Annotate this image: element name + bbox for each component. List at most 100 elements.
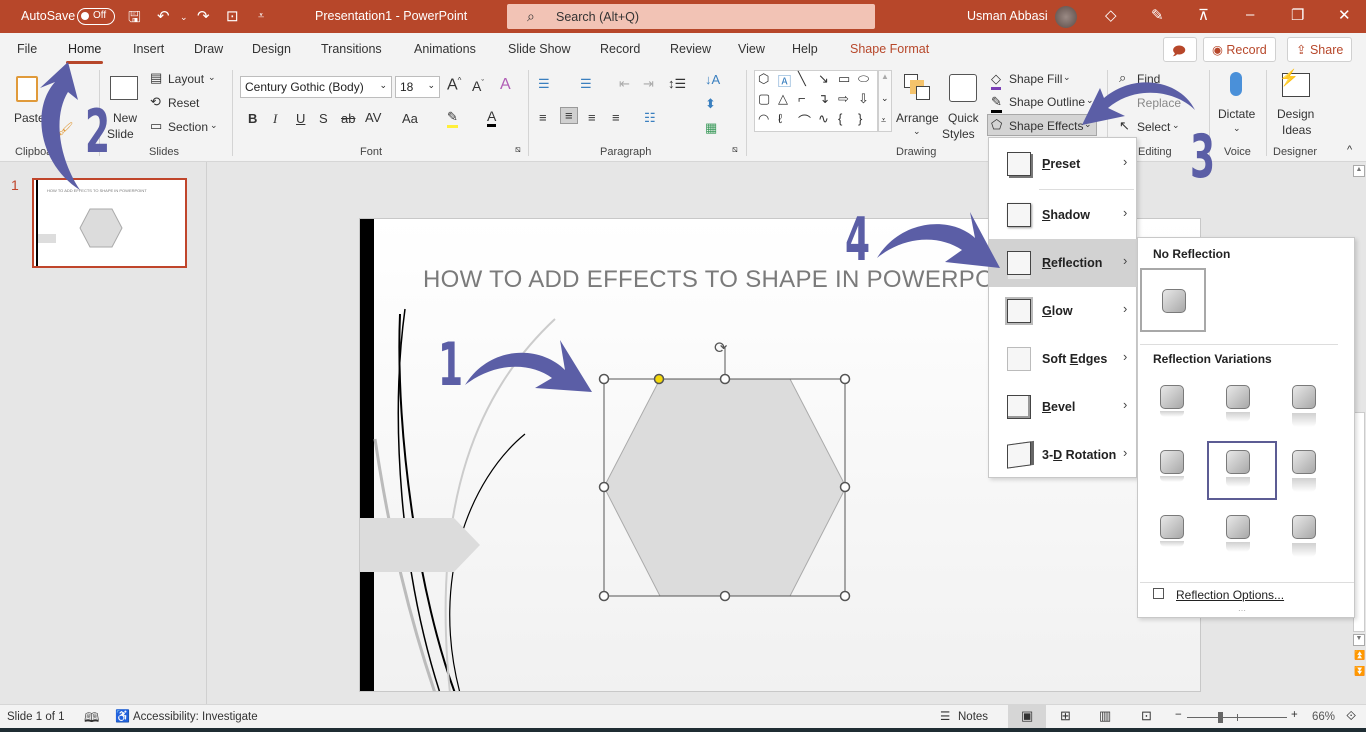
- reflection-options-button[interactable]: Reflection Options...: [1153, 588, 1343, 608]
- decrease-font-icon[interactable]: Aˇ: [472, 78, 484, 94]
- elbow-connector-shape-icon[interactable]: ⌐: [798, 91, 806, 106]
- left-brace-shape-icon[interactable]: {: [838, 111, 842, 126]
- tab-review[interactable]: Review: [670, 42, 711, 56]
- line-spacing-icon[interactable]: ↕☰: [668, 76, 686, 92]
- menu-item-3d-rotation[interactable]: 3-D Rotation ›: [989, 431, 1138, 479]
- hexagon-shape-icon[interactable]: ⬡: [758, 71, 769, 87]
- paragraph-dialog-launcher-icon[interactable]: ⧅: [732, 144, 738, 155]
- zoom-level[interactable]: 66%: [1312, 711, 1335, 723]
- font-size-select[interactable]: 18 ⌄: [395, 76, 440, 98]
- accessibility-status[interactable]: Accessibility: Investigate: [133, 711, 258, 723]
- autosave-toggle[interactable]: Off: [77, 8, 115, 25]
- increase-indent-icon[interactable]: ⇥: [643, 76, 654, 92]
- reading-view-icon[interactable]: ▥: [1099, 708, 1111, 724]
- align-text-icon[interactable]: ⬍: [705, 96, 716, 112]
- prev-slide-icon[interactable]: ⏫: [1354, 650, 1365, 661]
- shape-outline-button[interactable]: ✎ Shape Outline ⌄: [991, 94, 1101, 113]
- italic-button[interactable]: I: [273, 111, 277, 127]
- menu-item-soft-edges[interactable]: Soft Edges ›: [989, 335, 1138, 383]
- arrange-button[interactable]: Arrange ⌄: [896, 72, 940, 142]
- reflection-variation-8[interactable]: [1220, 509, 1256, 561]
- reflection-variation-2[interactable]: [1220, 379, 1256, 431]
- clear-formatting-icon[interactable]: A: [500, 76, 511, 94]
- undo-icon[interactable]: ↶: [157, 7, 170, 25]
- arc-shape-icon[interactable]: ⌒: [798, 111, 811, 130]
- tab-record[interactable]: Record: [600, 42, 640, 56]
- tab-view[interactable]: View: [738, 42, 765, 56]
- decrease-indent-icon[interactable]: ⇤: [619, 76, 630, 92]
- reflection-variation-7[interactable]: [1154, 509, 1190, 561]
- tab-file[interactable]: File: [17, 42, 37, 56]
- oval-shape-icon[interactable]: ⬭: [858, 71, 869, 87]
- font-dialog-launcher-icon[interactable]: ⧅: [515, 144, 521, 155]
- tab-slide-show[interactable]: Slide Show: [508, 42, 571, 56]
- align-left-icon[interactable]: ≡: [539, 110, 547, 125]
- undo-dropdown-icon[interactable]: ⌄: [180, 12, 188, 23]
- ribbon-display-icon[interactable]: ⊼: [1198, 6, 1209, 24]
- selected-hexagon-shape[interactable]: ⟳: [598, 339, 851, 604]
- dictate-button[interactable]: Dictate ⌄: [1214, 70, 1260, 140]
- collapse-ribbon-icon[interactable]: ^: [1347, 144, 1352, 156]
- reflection-variation-4[interactable]: [1154, 444, 1190, 496]
- accessibility-icon[interactable]: ♿: [115, 709, 130, 723]
- tab-shape-format[interactable]: Shape Format: [850, 42, 929, 56]
- elbow-arrow-shape-icon[interactable]: ↴: [818, 91, 829, 107]
- no-reflection-option[interactable]: [1140, 268, 1206, 332]
- normal-view-button[interactable]: ▣: [1008, 705, 1046, 728]
- columns-icon[interactable]: ☷: [644, 110, 656, 126]
- present-icon[interactable]: ⊡: [226, 7, 239, 25]
- shape-effects-button[interactable]: ⬠ Shape Effects ⌄: [987, 114, 1097, 136]
- right-arrow-shape-icon[interactable]: ⇨: [838, 91, 849, 107]
- menu-item-preset[interactable]: Preset ›: [989, 140, 1138, 188]
- rectangle-shape-icon[interactable]: ▭: [838, 71, 850, 87]
- diamond-icon[interactable]: ◇: [1105, 6, 1117, 24]
- slideshow-view-icon[interactable]: ⊡: [1141, 708, 1152, 724]
- align-right-icon[interactable]: ≡: [588, 110, 596, 125]
- rounded-rect-shape-icon[interactable]: ▢: [758, 91, 770, 107]
- zoom-out-button[interactable]: −: [1175, 709, 1182, 721]
- tab-home[interactable]: Home: [65, 42, 104, 64]
- avatar[interactable]: [1055, 6, 1077, 28]
- font-color-icon[interactable]: A: [487, 108, 497, 127]
- curve-shape-icon[interactable]: ∿: [818, 111, 829, 127]
- slide-thumbnail[interactable]: HOW TO ADD EFFECTS TO SHAPE IN POWERPOIN…: [32, 178, 187, 268]
- slide-sorter-icon[interactable]: ⊞: [1060, 708, 1071, 724]
- zoom-slider-thumb[interactable]: [1218, 712, 1223, 723]
- save-icon[interactable]: 🖫: [128, 7, 141, 32]
- user-name[interactable]: Usman Abbasi: [967, 9, 1048, 23]
- pen-icon[interactable]: ✎: [1151, 6, 1164, 24]
- freeform-shape-icon[interactable]: ◠: [758, 111, 769, 127]
- record-button[interactable]: ◉ Record: [1203, 37, 1276, 62]
- bullets-icon[interactable]: ☰: [538, 76, 550, 92]
- resize-grip-icon[interactable]: ⋯: [1238, 606, 1246, 615]
- slide-title[interactable]: HOW TO ADD EFFECTS TO SHAPE IN POWERPOIN: [423, 266, 1019, 294]
- scroll-down-icon[interactable]: ▼: [1353, 634, 1365, 646]
- rotate-handle-icon[interactable]: ⟳: [714, 340, 728, 357]
- comments-button[interactable]: 🗩: [1163, 37, 1197, 62]
- reflection-variation-3[interactable]: [1286, 379, 1322, 431]
- textbox-shape-icon[interactable]: 🄰: [778, 71, 791, 90]
- change-case-button[interactable]: Aa: [402, 111, 418, 126]
- numbering-icon[interactable]: ☰: [580, 76, 592, 92]
- char-spacing-button[interactable]: AV: [365, 110, 381, 125]
- menu-item-glow[interactable]: Glow ›: [989, 287, 1138, 335]
- customize-qat-icon[interactable]: ⩡: [258, 10, 264, 23]
- zoom-slider[interactable]: [1187, 712, 1287, 723]
- shape-fill-button[interactable]: ◇ Shape Fill ⌄: [991, 71, 1101, 90]
- reflection-variation-6[interactable]: [1286, 444, 1322, 496]
- tab-transitions[interactable]: Transitions: [321, 42, 382, 56]
- scroll-up-icon[interactable]: ▲: [1353, 165, 1365, 177]
- text-direction-icon[interactable]: ↓A: [705, 72, 720, 87]
- tab-help[interactable]: Help: [792, 42, 818, 56]
- line-shape-icon[interactable]: ╲: [798, 71, 806, 87]
- close-icon[interactable]: ✕: [1338, 6, 1351, 24]
- right-brace-shape-icon[interactable]: }: [858, 111, 862, 126]
- search-box[interactable]: ⌕ Search (Alt+Q): [507, 4, 875, 29]
- quick-styles-button[interactable]: Quick Styles: [942, 72, 986, 142]
- highlight-icon[interactable]: ✎: [447, 109, 458, 128]
- shadow-text-button[interactable]: S: [319, 111, 328, 126]
- underline-button[interactable]: U: [296, 111, 305, 126]
- paste-button[interactable]: Paste: [10, 72, 46, 142]
- new-slide-button[interactable]: New Slide: [105, 72, 145, 142]
- align-center-icon[interactable]: ≡: [560, 107, 578, 124]
